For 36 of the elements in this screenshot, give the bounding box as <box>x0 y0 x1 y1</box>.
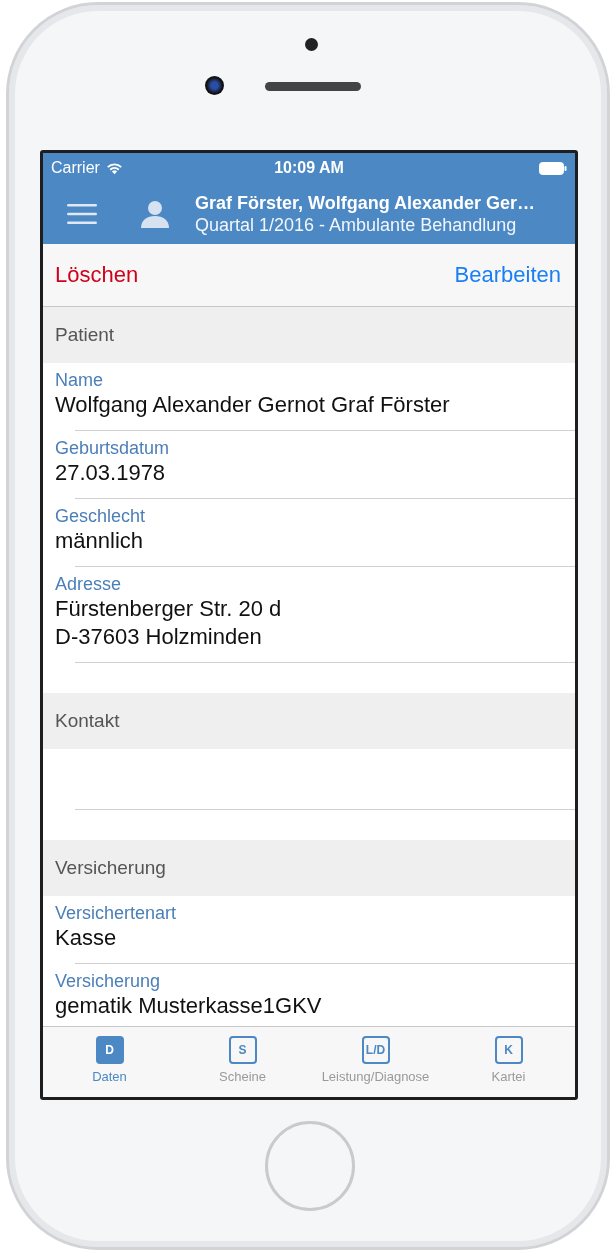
speaker-icon <box>265 82 361 91</box>
tab-icon: K <box>494 1036 523 1064</box>
patient-title: Graf Förster, Wolfgang Alexander Ger… <box>195 191 536 214</box>
tab[interactable]: D Daten <box>43 1027 176 1097</box>
field-value: Wolfgang Alexander Gernot Graf Förster <box>55 391 451 419</box>
tab[interactable]: S Scheine <box>176 1027 309 1097</box>
field-label: Name <box>55 369 104 391</box>
tab-icon: D <box>95 1036 124 1064</box>
person-icon[interactable] <box>140 199 170 228</box>
sensor-icon <box>305 38 318 51</box>
tab[interactable]: L/D Leistung/Diagnose <box>309 1027 442 1097</box>
tab-icon: L/D <box>361 1036 390 1064</box>
quarter-subtitle: Quartal 1/2016 - Ambulante Behandlung <box>195 213 518 236</box>
field-label: Geburtsdatum <box>55 437 171 459</box>
field-value: Kasse <box>55 924 118 952</box>
field-value: 27.03.1978 <box>55 459 167 487</box>
battery-icon <box>539 161 567 175</box>
section-header: Patient <box>43 307 575 363</box>
field-label: Versicherung <box>55 970 162 992</box>
status-time: 10:09 AM <box>274 159 344 177</box>
tab[interactable]: K Kartei <box>442 1027 575 1097</box>
field-value: gematik Musterkasse1GKV <box>55 992 323 1020</box>
tab-icon: S <box>228 1036 257 1064</box>
field-label: Adresse <box>55 573 123 595</box>
delete-button[interactable]: Löschen <box>55 262 139 288</box>
field-label: Versichertenart <box>55 902 178 924</box>
edit-button[interactable]: Bearbeiten <box>454 262 561 288</box>
field-value: Fürstenberger Str. 20 d D-37603 Holzminden <box>55 595 283 651</box>
menu-icon[interactable] <box>67 202 97 225</box>
section-header: Versicherung <box>43 840 575 896</box>
wifi-icon <box>105 161 123 175</box>
field-label: Geschlecht <box>55 505 147 527</box>
field-value: männlich <box>55 527 145 555</box>
carrier-label: Carrier <box>51 159 100 177</box>
section-header: Kontakt <box>43 693 575 749</box>
camera-icon <box>205 76 224 95</box>
